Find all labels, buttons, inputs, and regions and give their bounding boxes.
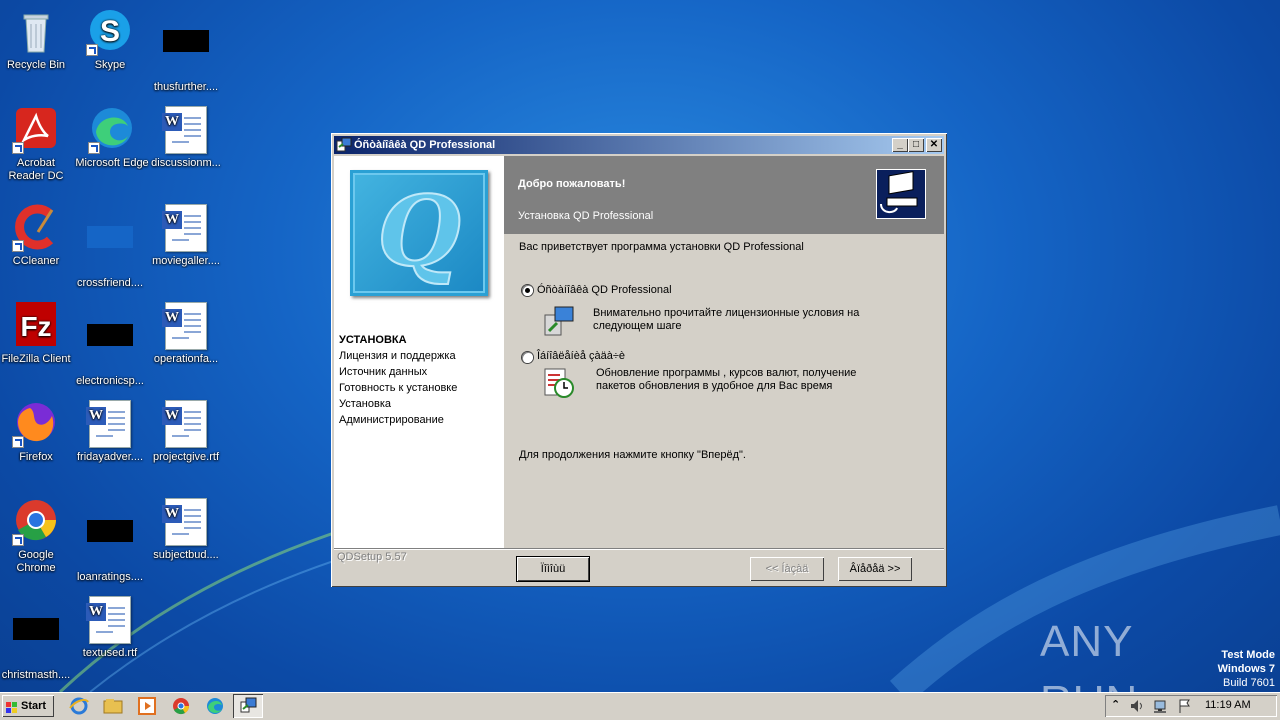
desktop-icon-thusfurther[interactable]: thusfurther.... (148, 8, 224, 94)
step-item: Лицензия и поддержка (339, 350, 456, 362)
step-item-current: УСТАНОВКА (339, 334, 407, 346)
desktop-icon-skype[interactable]: S Skype (72, 8, 148, 72)
desktop-icon-textused[interactable]: W textused.rtf (72, 596, 148, 660)
desktop-icon-ccleaner[interactable]: CCleaner (0, 204, 74, 268)
media-player-icon[interactable] (136, 696, 158, 716)
svg-text:Fz: Fz (20, 311, 51, 342)
windows-flag-icon (6, 700, 18, 713)
update-schedule-icon (543, 367, 575, 399)
window-titlebar[interactable]: Óñòàíîâêà QD Professional _ □ ✕ (334, 136, 944, 154)
chrome-icon (12, 498, 60, 546)
system-tray: ⌃ 11:19 AM (1105, 695, 1277, 717)
chrome-taskbar-icon[interactable] (170, 696, 192, 716)
step-item: Установка (339, 398, 391, 410)
header-subtitle: Установка QD Professional (518, 210, 654, 222)
network-icon[interactable] (1153, 698, 1169, 717)
setup-app-icon (336, 137, 352, 153)
filezilla-icon: Fz (12, 302, 60, 350)
wizard-header: Добро пожаловать! Установка QD Professio… (504, 156, 944, 234)
steps-list: УСТАНОВКА Лицензия и поддержка Источник … (339, 332, 457, 428)
desktop-icon-firefox[interactable]: Firefox (0, 400, 74, 464)
desktop-icon-projectgive[interactable]: W projectgive.rtf (148, 400, 224, 464)
hidden-file-icon (86, 324, 134, 372)
option-update-desc: Обновление программы , курсов валют, пол… (596, 367, 857, 392)
step-item: Администрирование (339, 414, 444, 426)
action-center-flag-icon[interactable] (1177, 698, 1193, 717)
back-button[interactable]: << Íàçàä (750, 557, 824, 581)
option-install-label[interactable]: Óñòàíîâêà QD Professional (537, 284, 672, 296)
qd-logo: Q (350, 170, 488, 296)
computer-setup-icon (876, 169, 926, 219)
edge-taskbar-icon[interactable] (204, 696, 226, 716)
hidden-file-icon (162, 30, 210, 78)
desktop-icon-chrome[interactable]: Google Chrome (0, 498, 74, 575)
footer-separator (334, 548, 944, 550)
minimize-button[interactable]: _ (892, 138, 908, 152)
install-package-icon (543, 305, 575, 337)
ie-icon[interactable] (68, 696, 90, 716)
option-update-label[interactable]: Îáíîâëåíèå çàäà÷è (537, 350, 625, 362)
edge-icon (88, 106, 136, 154)
close-button[interactable]: ✕ (926, 138, 942, 152)
desktop-icon-fridayadver[interactable]: W fridayadver.... (72, 400, 148, 464)
start-button[interactable]: Start (2, 695, 54, 717)
word-doc-icon: W (162, 302, 210, 350)
word-doc-icon: W (86, 596, 134, 644)
volume-icon[interactable] (1129, 698, 1145, 717)
installer-window: Óñòàíîâêà QD Professional _ □ ✕ Q УСТАНО… (331, 133, 947, 587)
desktop-icon-crossfriend[interactable]: crossfriend.... (72, 204, 148, 290)
word-doc-icon: W (162, 498, 210, 546)
option-install-desc: Внимательно прочитайте лицензионные усло… (593, 307, 860, 332)
desktop-icon-electronicsp[interactable]: electronicsp... (72, 302, 148, 388)
header-title: Добро пожаловать! (518, 178, 626, 190)
hidden-file-icon (86, 520, 134, 568)
hidden-file-icon (12, 618, 60, 666)
word-doc-icon: W (86, 400, 134, 448)
test-mode-watermark: Test Mode Windows 7 Build 7601 (1217, 649, 1275, 689)
taskbar-setup-window[interactable] (233, 694, 263, 718)
help-button[interactable]: Ïîìîùü (516, 556, 590, 582)
desktop-icon-moviegaller[interactable]: W moviegaller.... (148, 204, 224, 268)
step-item: Источник данных (339, 366, 428, 378)
maximize-button[interactable]: □ (908, 138, 924, 152)
svg-text:S: S (100, 15, 120, 48)
next-button[interactable]: Âïåðåä >> (838, 557, 912, 581)
desktop-icon-subjectbud[interactable]: W subjectbud.... (148, 498, 224, 562)
acrobat-icon (12, 106, 60, 154)
word-doc-icon: W (162, 204, 210, 252)
intro-text: Вас приветствует программа установки QD … (519, 241, 804, 253)
clock[interactable]: 11:19 AM (1205, 699, 1251, 711)
word-doc-icon: W (162, 106, 210, 154)
show-hidden-icons-icon[interactable]: ⌃ (1111, 698, 1120, 711)
word-doc-icon: W (162, 400, 210, 448)
window-title: Óñòàíîâêà QD Professional (354, 139, 496, 151)
hidden-file-icon (86, 226, 134, 274)
desktop-icon-filezilla[interactable]: Fz FileZilla Client (0, 302, 74, 366)
desktop-icon-acrobat[interactable]: Acrobat Reader DC (0, 106, 74, 183)
desktop-icon-edge[interactable]: Microsoft Edge (74, 106, 150, 170)
desktop-icon-operationfa[interactable]: W operationfa... (148, 302, 224, 366)
skype-icon: S (86, 8, 134, 56)
steps-panel: Q УСТАНОВКА Лицензия и поддержка Источни… (334, 156, 504, 548)
step-item: Готовность к установке (339, 382, 458, 394)
radio-install[interactable] (522, 285, 533, 296)
radio-update[interactable] (522, 352, 533, 363)
desktop-icon-recycle-bin[interactable]: Recycle Bin (0, 8, 74, 72)
version-label: QDSetup 5.57 (337, 551, 407, 563)
continue-hint: Для продолжения нажмите кнопку "Вперёд". (519, 449, 746, 461)
explorer-icon[interactable] (102, 696, 124, 716)
ccleaner-icon (12, 204, 60, 252)
desktop-icon-christmasth[interactable]: christmasth.... (0, 596, 74, 682)
desktop-icon-discussion[interactable]: W discussionm... (148, 106, 224, 170)
taskbar: Start ⌃ 11:19 AM (0, 692, 1280, 720)
recycle-bin-icon (12, 8, 60, 56)
firefox-icon (12, 400, 60, 448)
desktop-icon-loanratings[interactable]: loanratings.... (72, 498, 148, 584)
